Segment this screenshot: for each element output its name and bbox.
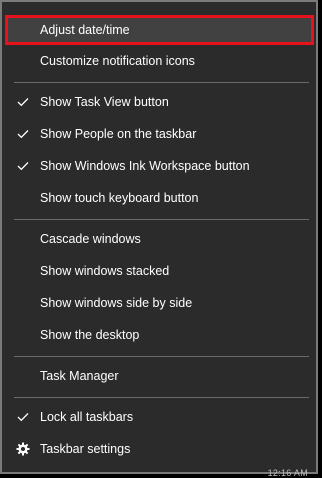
menu-item-label: Show touch keyboard button: [40, 191, 199, 205]
menu-item-label: Show Windows Ink Workspace button: [40, 159, 250, 173]
menu-separator: [14, 219, 309, 220]
menu-item-customize-notification-icons[interactable]: Customize notification icons: [5, 46, 314, 76]
menu-item-label: Task Manager: [40, 369, 119, 383]
menu-separator: [14, 397, 309, 398]
checkmark-icon: [16, 95, 30, 109]
menu-item-show-windows-stacked[interactable]: Show windows stacked: [5, 256, 314, 286]
checkmark-icon: [16, 127, 30, 141]
menu-item-adjust-date-time[interactable]: Adjust date/time: [5, 15, 314, 45]
menu-item-label: Show windows side by side: [40, 296, 193, 310]
checkmark-icon: [16, 159, 30, 173]
menu-item-label: Show the desktop: [40, 328, 140, 342]
menu-separator: [14, 82, 309, 83]
menu-separator: [14, 356, 309, 357]
taskbar-clock-partial: 12:16 AM: [267, 468, 308, 478]
menu-item-show-people-on-taskbar[interactable]: Show People on the taskbar: [5, 119, 314, 149]
menu-item-lock-all-taskbars[interactable]: Lock all taskbars: [5, 402, 314, 432]
gear-icon: [16, 442, 30, 456]
menu-item-label: Show windows stacked: [40, 264, 170, 278]
menu-item-label: Show Task View button: [40, 95, 169, 109]
menu-item-show-task-view-button[interactable]: Show Task View button: [5, 87, 314, 117]
menu-item-label: Adjust date/time: [40, 23, 130, 37]
menu-item-show-the-desktop[interactable]: Show the desktop: [5, 320, 314, 350]
menu-item-label: Taskbar settings: [40, 442, 131, 456]
menu-item-show-windows-side-by-side[interactable]: Show windows side by side: [5, 288, 314, 318]
menu-item-label: Cascade windows: [40, 232, 141, 246]
menu-item-taskbar-settings[interactable]: Taskbar settings: [5, 434, 314, 464]
menu-item-cascade-windows[interactable]: Cascade windows: [5, 224, 314, 254]
taskbar-context-menu: Adjust date/time Customize notification …: [0, 0, 318, 474]
menu-item-show-windows-ink-workspace-button[interactable]: Show Windows Ink Workspace button: [5, 151, 314, 181]
menu-item-label: Customize notification icons: [40, 54, 195, 68]
menu-item-task-manager[interactable]: Task Manager: [5, 361, 314, 391]
menu-item-label: Show People on the taskbar: [40, 127, 197, 141]
menu-item-label: Lock all taskbars: [40, 410, 134, 424]
menu-item-show-touch-keyboard-button[interactable]: Show touch keyboard button: [5, 183, 314, 213]
checkmark-icon: [16, 410, 30, 424]
